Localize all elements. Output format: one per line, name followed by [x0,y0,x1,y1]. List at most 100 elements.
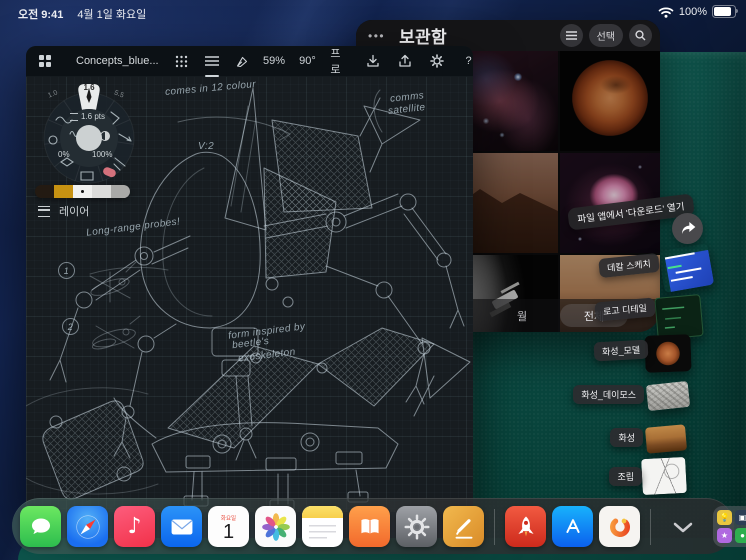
messages-bubble-icon [31,518,50,534]
photo-mars-planet[interactable] [560,51,660,151]
dock-icon-safari[interactable] [67,506,108,547]
opacity-min-label[interactable]: 0% [58,150,70,159]
pen-icon [455,518,472,539]
safari-compass-icon [75,514,100,539]
view-options-button[interactable] [559,24,583,47]
gallery-button[interactable] [36,50,54,72]
drag-thumb-decal-sketch[interactable] [657,242,715,294]
concepts-window: Concepts_blue... 59% 90° 프로 ? comes in 1… [26,46,473,512]
calendar-day: 1 [222,520,235,543]
palette-swatch-white-selected[interactable] [73,185,92,198]
palette-swatch-gray[interactable] [111,185,130,198]
stroke-width-label[interactable]: 1.6 pts [70,112,105,121]
dock-icon-mail[interactable] [161,506,202,547]
grid-2x2-icon [39,55,51,67]
dock-app-library[interactable]: 💡 ▣ ★ ● [713,506,746,547]
status-date: 4월 1일 화요일 [77,9,147,21]
dock-icon-app-store[interactable] [552,506,593,547]
dock-divider [494,508,495,545]
dock-divider [650,508,651,545]
chevron-down-icon [673,522,693,532]
layers-icon [38,205,50,217]
mini-app-star-icon: ★ [717,528,732,543]
status-bar: 오전 9:41 4월 1일 화요일 100% [0,0,746,24]
dock-collapse-button[interactable] [667,517,699,537]
import-icon [366,54,379,67]
more-options-button[interactable]: ••• [368,29,385,43]
opacity-max-label[interactable]: 100% [92,150,112,159]
filter-months[interactable]: 월 [500,308,544,324]
mini-app-green-icon: ● [735,528,746,543]
dock-icon-messages[interactable] [20,506,61,547]
layers-menu-button[interactable] [203,50,221,77]
dock-icon-notes[interactable] [302,506,343,547]
app-store-a-icon [565,518,580,533]
dock-icon-books[interactable] [349,506,390,547]
dock-icon-settings[interactable] [396,506,437,547]
dock-icon-photos[interactable] [255,506,296,547]
drag-label-mars-model[interactable]: 화성_모델 [593,339,649,362]
import-button[interactable] [364,50,382,72]
drag-thumb-mars[interactable] [644,424,688,454]
photo-nebula-horsehead[interactable] [458,51,558,151]
settings-gear-icon [404,514,429,539]
precision-menu-button[interactable] [173,50,191,72]
palette-swatch-lightgray[interactable] [92,185,111,198]
drag-thumb-logo-detail[interactable] [654,294,704,340]
status-time: 오전 9:41 [18,9,64,21]
color-well[interactable] [76,125,102,151]
dock-icon-rocket-app[interactable] [505,506,546,547]
annotation-marker-2: 2 [62,318,79,335]
layers-button[interactable]: 레이어 [38,203,89,219]
drag-label-assembly[interactable]: 조립 [609,467,642,486]
pro-button[interactable]: 프로 [330,48,349,76]
export-button[interactable] [396,50,414,72]
pen-nib-icon [237,56,248,67]
dots-grid-icon [175,55,188,67]
wifi-icon [658,7,674,18]
dock-icon-calendar[interactable]: 화요일 1 [208,506,249,547]
photos-title: 보관함 [399,28,447,47]
mini-app-camera-icon: ▣ [735,510,746,525]
palette-swatch-black[interactable] [35,185,54,198]
dock-icon-music[interactable]: ♪ [114,506,155,547]
dock-icon-sketch-app[interactable] [443,506,484,547]
photos-flower-icon [261,512,290,541]
document-title[interactable]: Concepts_blue... [76,55,159,67]
help-button[interactable]: ? [460,50,473,72]
lines-icon [204,56,219,66]
rocket-icon [517,516,534,536]
drag-thumb-mars-model[interactable] [644,334,692,373]
battery-icon [712,5,738,18]
drag-label-mars-deimos[interactable]: 화성_데이모스 [573,385,644,404]
concepts-toolbar: Concepts_blue... 59% 90° 프로 ? [26,46,473,77]
mail-envelope-icon [171,518,192,535]
battery-percent: 100% [678,5,707,18]
rotation-angle[interactable]: 90° [298,50,316,72]
selection-tool-button[interactable] [233,50,251,72]
share-button[interactable] [672,213,703,244]
ipad-screen: 오전 9:41 4월 1일 화요일 100% ••• 보관함 선택 월 전체 C… [0,0,746,560]
drag-label-mars[interactable]: 화성 [610,428,643,447]
select-button[interactable]: 선택 [588,24,623,47]
dock-icon-c-app[interactable] [599,506,640,547]
dock: ♪ 화요일 1 💡 ▣ ★ ● [12,498,746,554]
annotation-marker-1: 1 [58,262,75,279]
zoom-level[interactable]: 59% [263,50,285,72]
share-arrow-icon [681,221,695,234]
layers-label: 레이어 [59,206,90,218]
gear-icon [429,54,444,68]
annotation-version: V:2 [198,141,215,152]
drag-thumb-mars-deimos[interactable] [645,380,691,412]
settings-button[interactable] [428,50,446,72]
drag-thumb-assembly[interactable] [641,456,687,496]
photo-mars-desert[interactable] [458,153,558,253]
search-button[interactable] [629,24,652,47]
music-note-icon: ♪ [127,514,142,539]
color-palette[interactable] [35,185,130,198]
c-swirl-icon [609,516,630,537]
books-open-book-icon [360,518,379,534]
palette-swatch-gold[interactable] [54,185,73,198]
search-icon [635,30,646,41]
active-size-label: 1.6 [83,83,95,92]
